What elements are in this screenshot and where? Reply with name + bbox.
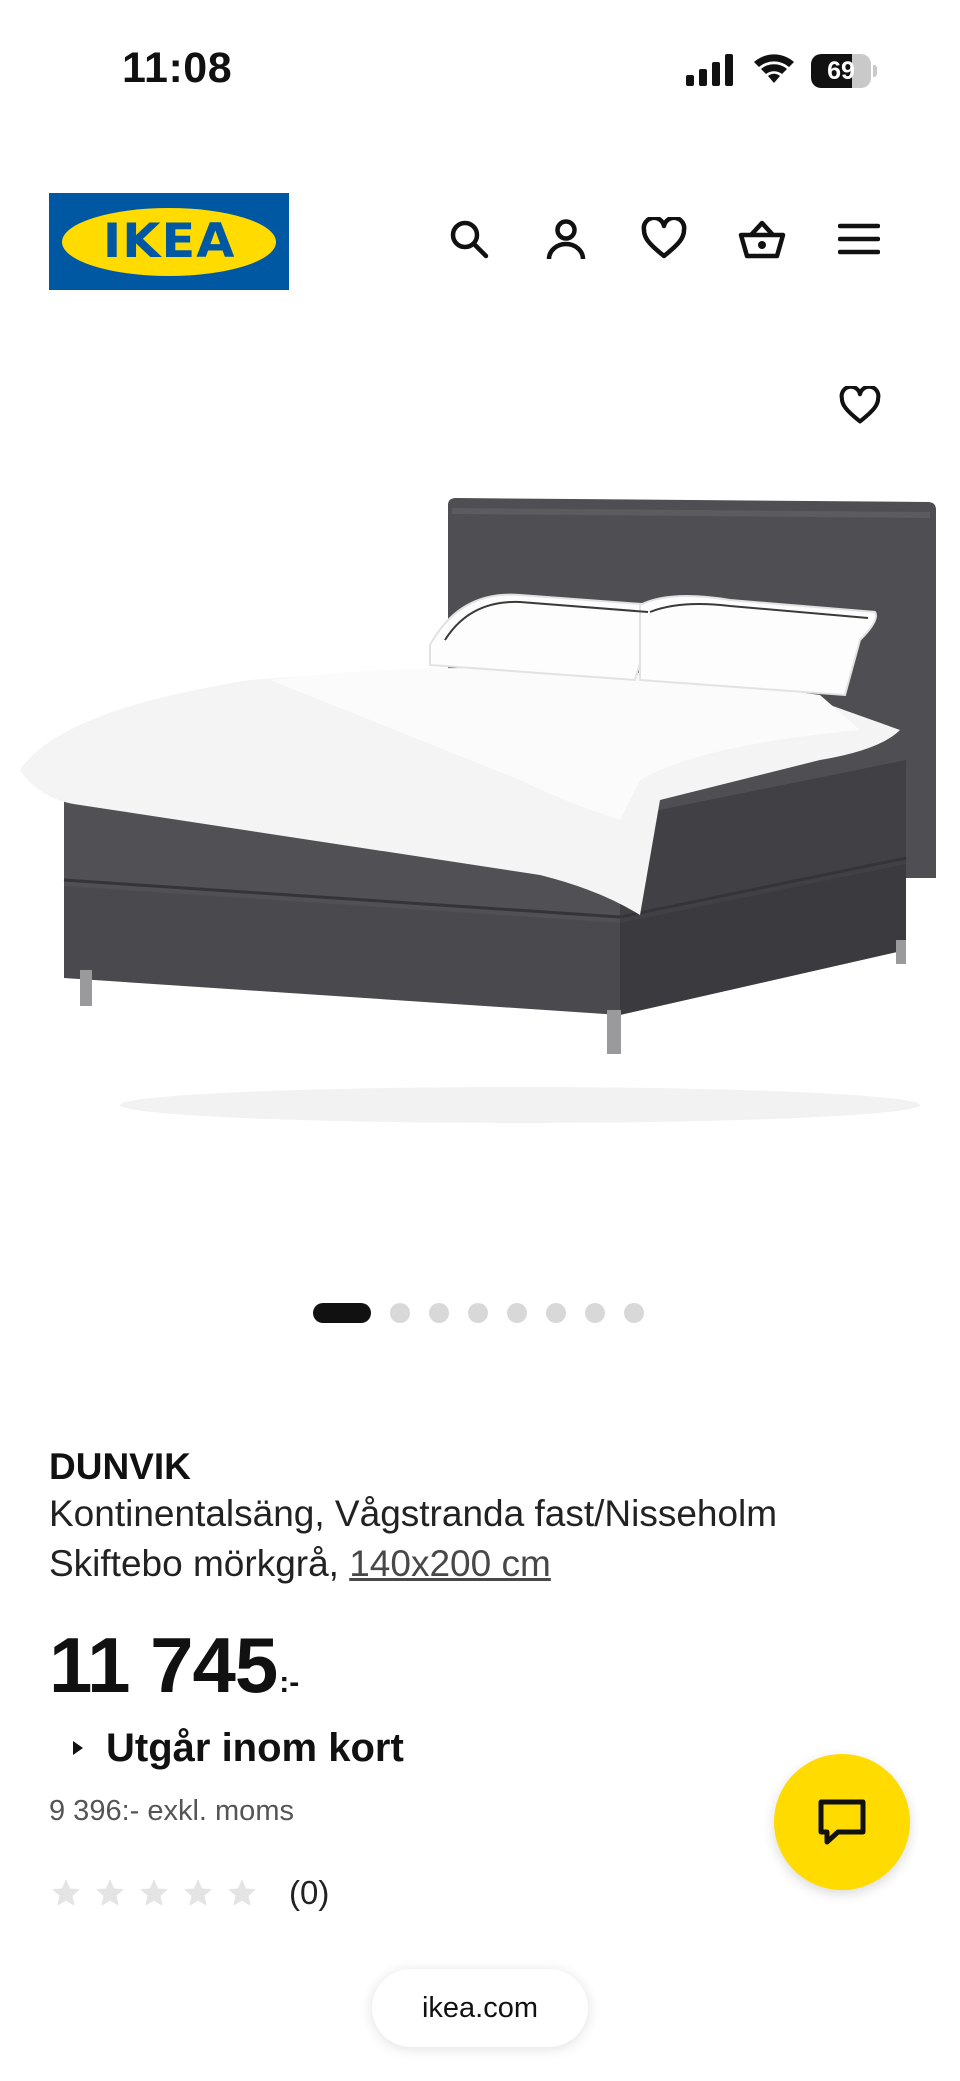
- account-icon[interactable]: [541, 214, 591, 264]
- star-icon: [225, 1876, 259, 1910]
- carousel-dot[interactable]: [468, 1303, 488, 1323]
- battery-icon: 69: [811, 54, 877, 88]
- price-excl-vat: 9 396:- exkl. moms: [49, 1795, 294, 1827]
- chat-button[interactable]: [774, 1754, 910, 1890]
- caret-right-icon: [73, 1741, 83, 1755]
- rating-count: (0): [289, 1874, 330, 1911]
- product-info: DUNVIK Kontinentalsäng, Vågstranda fast/…: [49, 1445, 909, 1589]
- logo-text: IKEA: [102, 214, 236, 269]
- product-rating[interactable]: (0): [49, 1870, 329, 1916]
- carousel-dot[interactable]: [507, 1303, 527, 1323]
- product-size-link[interactable]: 140x200 cm: [349, 1543, 551, 1584]
- chat-icon: [818, 1799, 866, 1845]
- image-carousel-dots: [313, 1303, 644, 1323]
- price-suffix: :-: [279, 1666, 300, 1699]
- carousel-dot[interactable]: [313, 1303, 371, 1323]
- wifi-icon: [754, 54, 794, 83]
- battery-level: 69: [827, 57, 855, 85]
- product-image[interactable]: [0, 350, 960, 1250]
- heart-icon: [839, 386, 881, 424]
- price-amount: 11 745: [49, 1621, 278, 1709]
- site-header: IKEA: [0, 190, 960, 290]
- browser-url: ikea.com: [421, 1991, 539, 2024]
- availability-toggle[interactable]: Utgår inom kort: [73, 1720, 404, 1776]
- product-name: DUNVIK: [49, 1446, 191, 1487]
- carousel-dot[interactable]: [624, 1303, 644, 1323]
- carousel-dot[interactable]: [390, 1303, 410, 1323]
- star-icon: [93, 1876, 127, 1910]
- search-icon[interactable]: [444, 214, 494, 264]
- ikea-logo[interactable]: IKEA: [49, 193, 289, 290]
- status-bar: 11:08 69: [0, 0, 960, 140]
- availability-text: Utgår inom kort: [106, 1725, 404, 1770]
- carousel-dot[interactable]: [546, 1303, 566, 1323]
- product-price: 11 745 :-: [49, 1620, 299, 1710]
- product-description: Kontinentalsäng, Vågstranda fast/Nisseho…: [49, 1489, 909, 1589]
- favourites-icon[interactable]: [639, 214, 689, 264]
- star-icon: [49, 1876, 83, 1910]
- shopping-basket-icon[interactable]: [737, 214, 787, 264]
- star-icon: [181, 1876, 215, 1910]
- star-icon: [137, 1876, 171, 1910]
- add-to-favourites-button[interactable]: [832, 378, 888, 434]
- browser-url-bar[interactable]: ikea.com: [372, 1969, 588, 2047]
- status-time: 11:08: [122, 44, 233, 92]
- carousel-dot[interactable]: [585, 1303, 605, 1323]
- carousel-dot[interactable]: [429, 1303, 449, 1323]
- menu-icon[interactable]: [834, 214, 884, 264]
- signal-icon: [686, 54, 733, 86]
